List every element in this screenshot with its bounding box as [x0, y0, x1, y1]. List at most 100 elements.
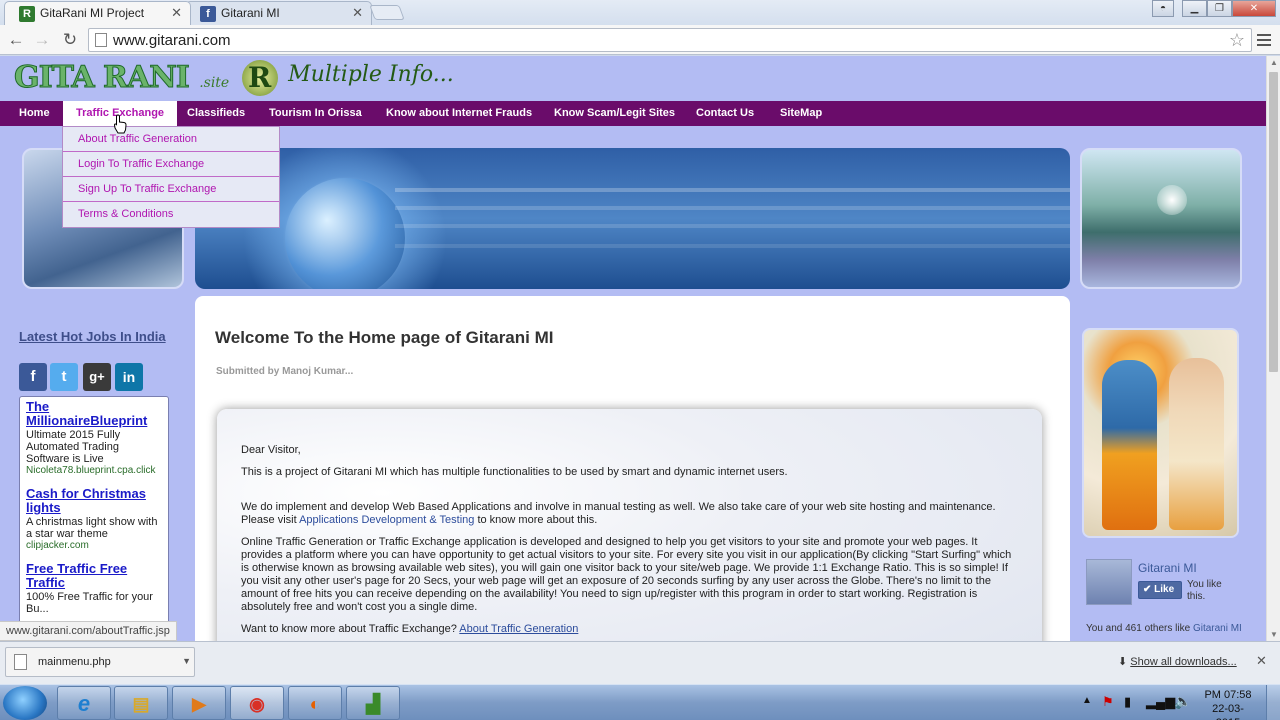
intro-paragraph: This is a project of Gitarani MI which h…: [241, 466, 788, 478]
dropdown-terms-conditions[interactable]: Terms & Conditions: [63, 202, 279, 227]
facebook-favicon: f: [200, 6, 216, 22]
tab-gitarani-facebook[interactable]: f Gitarani MI ✕: [185, 1, 372, 25]
dropdown-signup-traffic-exchange[interactable]: Sign Up To Traffic Exchange: [63, 177, 279, 202]
close-tab-icon[interactable]: ✕: [352, 5, 363, 21]
nav-scam-legit-sites[interactable]: Know Scam/Legit Sites: [554, 101, 675, 126]
ad-body: Ultimate 2015 Fully Automated Trading So…: [26, 429, 121, 465]
internet-explorer-icon[interactable]: e: [57, 686, 111, 720]
ad-item[interactable]: Free Traffic Free Traffic 100% Free Traf…: [26, 562, 162, 616]
nav-classifieds[interactable]: Classifieds: [187, 101, 245, 126]
url-text[interactable]: www.gitarani.com: [113, 32, 231, 49]
facebook-page-link[interactable]: Gitarani MI: [1193, 623, 1242, 634]
dropdown-login-traffic-exchange[interactable]: Login To Traffic Exchange: [63, 152, 279, 177]
chevron-down-icon[interactable]: ▼: [182, 656, 191, 666]
facebook-page-thumbnail[interactable]: [1086, 559, 1132, 605]
page-title: Welcome To the Home page of Gitarani MI: [215, 328, 554, 347]
tab-title: GitaRani MI Project: [40, 6, 145, 20]
page-viewport: GITA RANI .site R Multiple Info... Home …: [0, 56, 1266, 641]
address-bar[interactable]: www.gitarani.com ☆: [88, 28, 1252, 52]
traffic-exchange-dropdown: About Traffic Generation Login To Traffi…: [62, 126, 280, 228]
chart-app-icon[interactable]: ▟: [346, 686, 400, 720]
latest-hot-jobs-link[interactable]: Latest Hot Jobs In India: [19, 329, 166, 344]
clock-time: PM 07:58: [1204, 689, 1252, 701]
page-scrollbar[interactable]: ▲ ▼: [1266, 56, 1280, 641]
nav-sitemap[interactable]: SiteMap: [780, 101, 822, 126]
ad-item[interactable]: The MillionaireBlueprint Ultimate 2015 F…: [26, 400, 162, 477]
clock-date: 22-03-2015: [1212, 703, 1244, 720]
facebook-icon[interactable]: f: [19, 363, 47, 391]
user-icon[interactable]: ◓: [1152, 0, 1174, 17]
welcome-letter: Dear Visitor, This is a project of Gitar…: [217, 409, 1042, 641]
banner-right-image: [1080, 148, 1242, 289]
chrome-menu-icon[interactable]: [1257, 34, 1271, 49]
nav-internet-frauds[interactable]: Know about Internet Frauds: [386, 101, 532, 126]
ad-item[interactable]: Cash for Christmas lights A christmas li…: [26, 487, 162, 552]
main-content: Welcome To the Home page of Gitarani MI …: [195, 296, 1070, 641]
logo-name: GITA RANI: [14, 60, 191, 96]
ad-box: The MillionaireBlueprint Ultimate 2015 F…: [19, 396, 169, 641]
windows-taskbar: e ▤ ▶ ◉ ◐ ▟ ▲ ⚑ ▮ ▂▄▆ 🔈 PM 07:58 22-03-2…: [0, 684, 1280, 720]
traffic-paragraph: Online Traffic Generation or Traffic Exc…: [241, 536, 1012, 613]
tab-gitarani-project[interactable]: R GitaRani MI Project ✕: [4, 1, 191, 25]
network-icon[interactable]: ▂▄▆: [1146, 694, 1175, 710]
download-item[interactable]: mainmenu.php ▼: [5, 647, 195, 677]
gitarani-favicon: R: [19, 6, 35, 22]
facebook-like-box: Gitarani MI ✔ Like You like this. You an…: [1082, 551, 1242, 641]
tab-strip: R GitaRani MI Project ✕ f Gitarani MI ✕ …: [0, 0, 1280, 25]
about-traffic-link[interactable]: About Traffic Generation: [459, 623, 578, 635]
logo-monogram: R: [241, 60, 278, 96]
ad-url[interactable]: clipjacker.com: [26, 540, 162, 552]
close-shelf-icon[interactable]: ✕: [1256, 653, 1267, 669]
dropdown-about-traffic-generation[interactable]: About Traffic Generation: [63, 127, 279, 152]
reload-icon[interactable]: ↻: [59, 29, 81, 51]
new-tab-button[interactable]: [369, 5, 405, 20]
ad-url[interactable]: Nicoleta78.blueprint.cpa.click: [26, 465, 162, 477]
media-player-icon[interactable]: ▶: [172, 686, 226, 720]
ad-title[interactable]: Free Traffic Free Traffic: [26, 562, 162, 590]
facebook-like-button[interactable]: ✔ Like: [1138, 581, 1182, 599]
linkedin-icon[interactable]: in: [115, 363, 143, 391]
nav-home[interactable]: Home: [19, 101, 50, 126]
ad-body: A christmas light show with a star war t…: [26, 516, 158, 540]
applications-dev-link[interactable]: Applications Development & Testing: [299, 514, 474, 526]
more-paragraph: Want to know more about Traffic Exchange…: [241, 623, 579, 635]
close-window-button[interactable]: ✕: [1232, 0, 1276, 17]
firefox-icon[interactable]: ◐: [288, 686, 342, 720]
restore-button[interactable]: ❐: [1207, 0, 1232, 17]
file-explorer-icon[interactable]: ▤: [114, 686, 168, 720]
hand-cursor-icon: [113, 114, 127, 134]
nav-contact-us[interactable]: Contact Us: [696, 101, 754, 126]
taskbar-clock[interactable]: PM 07:58 22-03-2015: [1200, 688, 1256, 720]
googleplus-icon[interactable]: g+: [83, 363, 111, 391]
browser-toolbar: ← → ↻ www.gitarani.com ☆: [0, 25, 1280, 55]
facebook-page-name[interactable]: Gitarani MI: [1138, 561, 1197, 575]
scroll-up-icon[interactable]: ▲: [1270, 58, 1278, 67]
ad-body: 100% Free Traffic for your Bu...: [26, 591, 153, 615]
chrome-icon[interactable]: ◉: [230, 686, 284, 720]
battery-icon[interactable]: ▮: [1124, 694, 1131, 710]
action-center-icon[interactable]: ⚑: [1102, 694, 1114, 710]
browser-window: R GitaRani MI Project ✕ f Gitarani MI ✕ …: [0, 0, 1280, 720]
close-tab-icon[interactable]: ✕: [171, 5, 182, 21]
show-all-downloads[interactable]: ⬇ Show all downloads...: [1118, 655, 1237, 668]
download-arrow-icon: ⬇: [1118, 656, 1131, 668]
show-hidden-icons[interactable]: ▲: [1082, 695, 1092, 706]
twitter-icon[interactable]: t: [50, 363, 78, 391]
minimize-button[interactable]: ▁: [1182, 0, 1207, 17]
nav-tourism-orissa[interactable]: Tourism In Orissa: [269, 101, 362, 126]
download-filename[interactable]: mainmenu.php: [38, 656, 111, 668]
volume-icon[interactable]: 🔈: [1174, 693, 1191, 710]
bookmark-star-icon[interactable]: ☆: [1229, 30, 1245, 51]
scroll-down-icon[interactable]: ▼: [1270, 630, 1278, 639]
start-button[interactable]: [3, 686, 47, 720]
ad-title[interactable]: Cash for Christmas lights: [26, 487, 162, 515]
file-icon: [14, 654, 27, 670]
forward-arrow-icon[interactable]: →: [31, 29, 53, 51]
services-paragraph: We do implement and develop Web Based Ap…: [241, 501, 996, 526]
show-desktop-button[interactable]: [1266, 685, 1280, 720]
scrollbar-thumb[interactable]: [1269, 72, 1278, 372]
site-logo[interactable]: GITA RANI .site R Multiple Info...: [14, 60, 454, 100]
back-arrow-icon[interactable]: ←: [5, 29, 27, 51]
ad-title[interactable]: The MillionaireBlueprint: [26, 400, 162, 428]
logo-tagline: Multiple Info...: [288, 62, 454, 87]
